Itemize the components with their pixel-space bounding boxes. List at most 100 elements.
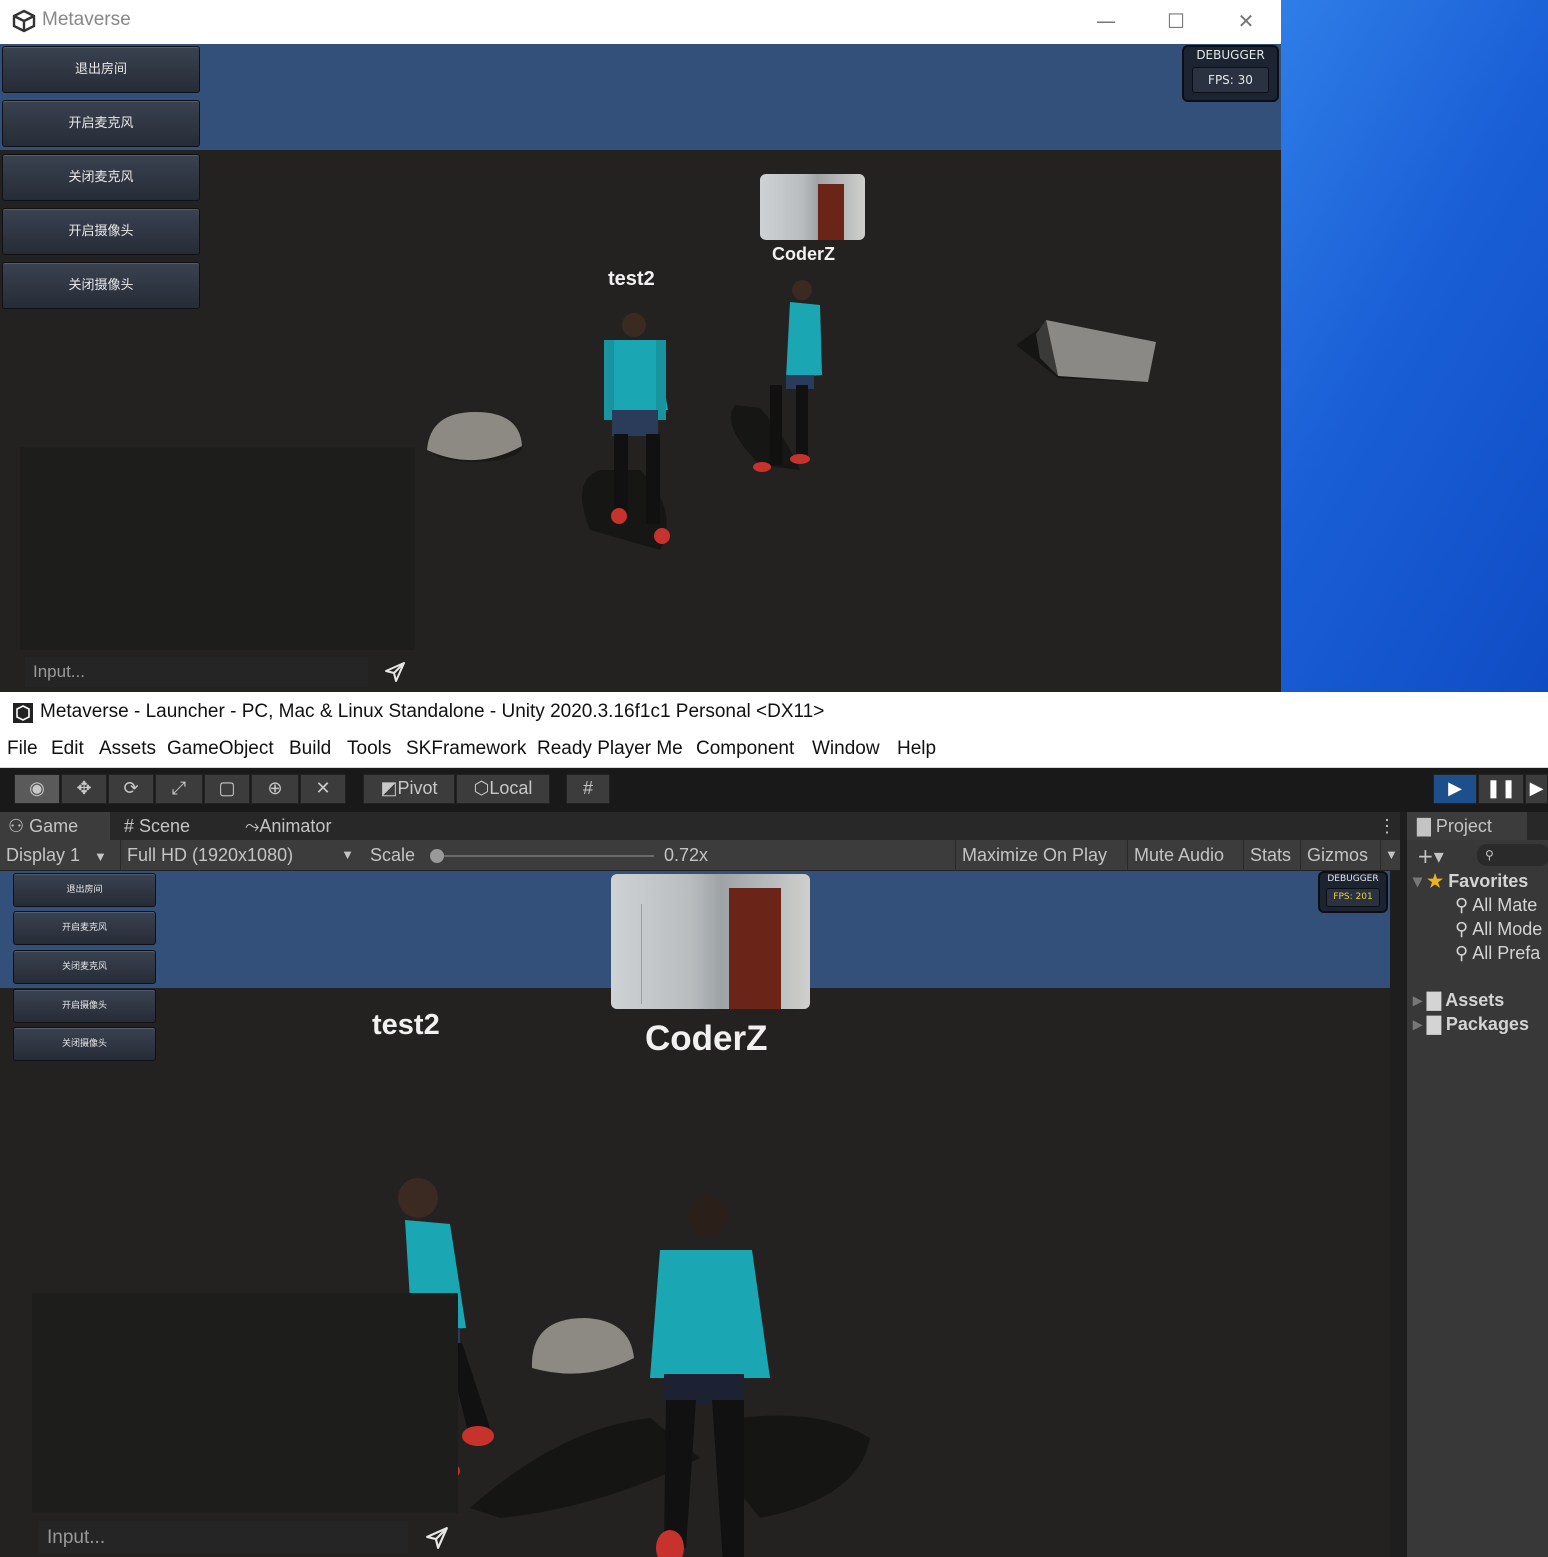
search-icon: ⚲ bbox=[1455, 895, 1473, 915]
view-tool-icon[interactable]: ◉ bbox=[14, 774, 60, 804]
play-button-icon[interactable]: ▶ bbox=[1433, 774, 1477, 804]
chat-messages-panel bbox=[32, 1293, 458, 1513]
tab-animator[interactable]: ⤳Animator bbox=[245, 812, 331, 840]
menu-bar: File Edit Assets GameObject Build Tools … bbox=[0, 730, 1548, 768]
chat-messages-panel bbox=[20, 447, 415, 650]
tab-scene[interactable]: # Scene bbox=[124, 812, 190, 840]
collapse-arrow-icon: ▾ bbox=[1413, 871, 1428, 891]
menu-gameobject[interactable]: GameObject bbox=[167, 738, 274, 760]
chat-input[interactable]: Input... bbox=[38, 1521, 408, 1554]
rotate-tool-icon[interactable]: ⟳ bbox=[108, 774, 154, 804]
tab-options-icon[interactable]: ⋮ bbox=[1378, 812, 1396, 840]
maximize-icon[interactable]: ☐ bbox=[1153, 6, 1199, 38]
menu-assets[interactable]: Assets bbox=[99, 738, 156, 760]
folder-label: Assets bbox=[1445, 990, 1505, 1010]
menu-edit[interactable]: Edit bbox=[51, 738, 84, 760]
game-tab-bar: ⚇ Game # Scene ⤳Animator ⋮ bbox=[0, 812, 1400, 840]
project-search-input[interactable]: ⚲ bbox=[1477, 844, 1548, 866]
resolution-chevron-icon: ▼ bbox=[341, 847, 354, 862]
minimize-icon[interactable]: — bbox=[1083, 6, 1129, 38]
pause-button-icon[interactable]: ❚❚ bbox=[1478, 774, 1524, 804]
custom-tool-icon[interactable]: ✕ bbox=[300, 774, 346, 804]
unity-logo-icon bbox=[12, 9, 36, 33]
menu-ready-player-me[interactable]: Ready Player Me bbox=[537, 738, 683, 760]
disable-mic-button[interactable]: 关闭麦克风 bbox=[2, 154, 200, 201]
folder-icon: ▇ bbox=[1427, 1014, 1446, 1034]
leave-room-button[interactable]: 退出房间 bbox=[13, 873, 156, 907]
gizmos-toggle[interactable]: Gizmos bbox=[1300, 840, 1374, 871]
local-toggle[interactable]: ⬡Local bbox=[456, 774, 550, 804]
favorite-item-label: All Prefa bbox=[1472, 943, 1541, 963]
scale-tool-icon[interactable]: ⤢ bbox=[155, 774, 203, 804]
menu-file[interactable]: File bbox=[7, 738, 38, 760]
debugger-label: DEBUGGER bbox=[1327, 874, 1379, 884]
gizmos-chevron-icon[interactable]: ▼ bbox=[1380, 840, 1398, 871]
window-title: Metaverse bbox=[42, 9, 131, 30]
enable-mic-button[interactable]: 开启麦克风 bbox=[13, 911, 156, 945]
maximize-on-play-toggle[interactable]: Maximize On Play bbox=[955, 840, 1113, 871]
rect-tool-icon[interactable]: ▢ bbox=[204, 774, 250, 804]
assets-folder-row[interactable]: ▸ ▇ Assets bbox=[1413, 990, 1504, 1011]
standalone-game-window: test2 CoderZ 退出房间 开启麦克风 关闭麦克风 开启摄像头 关闭摄像… bbox=[0, 0, 1281, 692]
scale-label: Scale bbox=[370, 845, 416, 865]
packages-folder-row[interactable]: ▸ ▇ Packages bbox=[1413, 1014, 1529, 1035]
mute-audio-toggle[interactable]: Mute Audio bbox=[1127, 840, 1230, 871]
send-icon[interactable] bbox=[384, 661, 406, 683]
menu-window[interactable]: Window bbox=[812, 738, 880, 760]
favorite-all-prefabs[interactable]: ⚲ All Prefa bbox=[1455, 943, 1540, 964]
project-panel: ▇ Project +▾ ⚲ ▾ ★ Favorites ⚲ All Mate … bbox=[1405, 812, 1548, 1557]
debugger-panel[interactable]: DEBUGGER FPS: 30 bbox=[1182, 45, 1279, 102]
tab-project[interactable]: ▇ Project bbox=[1407, 812, 1527, 840]
game-view[interactable]: test2 CoderZ 退出房间 开启麦克风 关闭麦克风 开启摄像头 关闭摄像… bbox=[0, 871, 1390, 1557]
menu-component[interactable]: Component bbox=[696, 738, 794, 760]
folder-icon: ▇ bbox=[1427, 990, 1446, 1010]
scale-slider-thumb[interactable] bbox=[430, 849, 444, 863]
enable-camera-button[interactable]: 开启摄像头 bbox=[2, 208, 200, 255]
disable-mic-button[interactable]: 关闭麦克风 bbox=[13, 950, 156, 984]
debugger-label: DEBUGGER bbox=[1196, 48, 1265, 62]
enable-mic-button[interactable]: 开启麦克风 bbox=[2, 100, 200, 147]
send-icon[interactable] bbox=[425, 1526, 449, 1550]
close-icon[interactable]: ✕ bbox=[1223, 6, 1269, 38]
scale-slider-track[interactable] bbox=[432, 855, 654, 857]
resolution-dropdown[interactable]: Full HD (1920x1080) ▼ bbox=[120, 840, 358, 871]
chat-input[interactable]: Input... bbox=[25, 657, 368, 687]
menu-help[interactable]: Help bbox=[897, 738, 936, 760]
disable-camera-button[interactable]: 关闭摄像头 bbox=[2, 262, 200, 309]
stats-toggle[interactable]: Stats bbox=[1243, 840, 1297, 871]
player-name-test2: test2 bbox=[372, 1009, 440, 1041]
unity-editor-icon bbox=[13, 703, 33, 723]
transform-tool-icon[interactable]: ⊕ bbox=[251, 774, 299, 804]
cabinet-line bbox=[641, 904, 642, 1004]
expand-arrow-icon: ▸ bbox=[1413, 990, 1428, 1010]
create-plus-icon[interactable]: +▾ bbox=[1417, 844, 1444, 868]
tab-game[interactable]: ⚇ Game bbox=[0, 812, 110, 840]
unity-titlebar: Metaverse - Launcher - PC, Mac & Linux S… bbox=[0, 692, 1548, 730]
grid-snap-icon[interactable]: # bbox=[566, 774, 610, 804]
tab-game-label: Game bbox=[29, 816, 79, 836]
standalone-titlebar: Metaverse — ☐ ✕ bbox=[0, 0, 1281, 44]
menu-tools[interactable]: Tools bbox=[347, 738, 391, 760]
display-dropdown[interactable]: Display 1 ▼ bbox=[6, 840, 107, 871]
project-tab-label: Project bbox=[1435, 816, 1492, 836]
local-icon: ⬡ bbox=[473, 778, 490, 798]
favorites-row[interactable]: ▾ ★ Favorites bbox=[1413, 871, 1528, 892]
star-icon: ★ bbox=[1427, 871, 1449, 891]
step-button-icon[interactable]: ▶ bbox=[1525, 774, 1548, 804]
menu-build[interactable]: Build bbox=[289, 738, 331, 760]
search-icon: ⚲ bbox=[1455, 919, 1473, 939]
leave-room-button[interactable]: 退出房间 bbox=[2, 46, 200, 93]
move-tool-icon[interactable]: ✥ bbox=[61, 774, 107, 804]
pivot-toggle[interactable]: ◩Pivot bbox=[363, 774, 455, 804]
menu-skframework[interactable]: SKFramework bbox=[406, 738, 526, 760]
animator-icon: ⤳ bbox=[245, 816, 260, 836]
disable-camera-button[interactable]: 关闭摄像头 bbox=[13, 1027, 156, 1061]
favorite-all-materials[interactable]: ⚲ All Mate bbox=[1455, 895, 1537, 916]
debugger-panel[interactable]: DEBUGGER FPS: 201 bbox=[1318, 871, 1388, 913]
favorite-all-models[interactable]: ⚲ All Mode bbox=[1455, 919, 1542, 940]
enable-camera-button[interactable]: 开启摄像头 bbox=[13, 989, 156, 1023]
display-chevron-icon: ▼ bbox=[94, 849, 107, 864]
search-icon: ⚲ bbox=[1455, 943, 1473, 963]
box-prop bbox=[1046, 320, 1156, 382]
camera-feed bbox=[760, 174, 865, 240]
